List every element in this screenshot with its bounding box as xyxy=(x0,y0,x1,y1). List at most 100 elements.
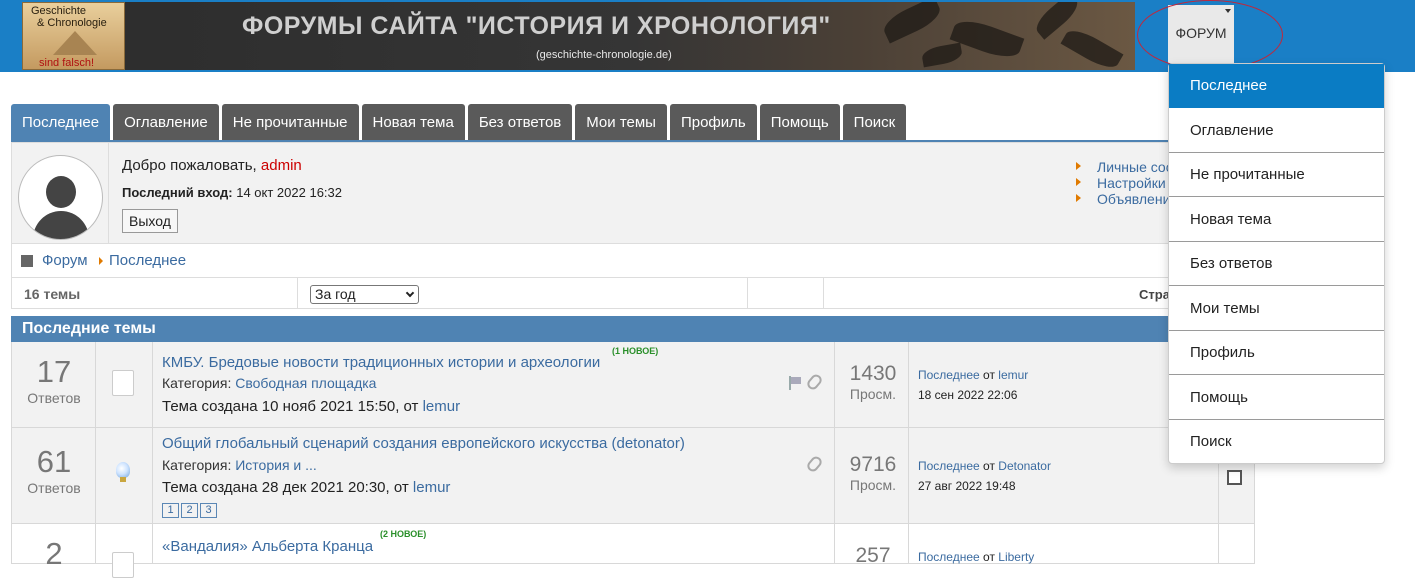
forum-square-icon xyxy=(21,255,33,267)
tab-new-topic[interactable]: Новая тема xyxy=(361,104,465,141)
select-checkbox[interactable] xyxy=(1227,470,1242,485)
breadcrumb: Форум Последнее xyxy=(11,244,1255,277)
tab-help[interactable]: Помощь xyxy=(759,104,840,141)
tab-unread[interactable]: Не прочитанные xyxy=(221,104,359,141)
page-link-3[interactable]: 3 xyxy=(200,503,217,518)
menu-item-profile[interactable]: Профиль xyxy=(1169,331,1384,375)
settings-link[interactable]: Настройки xyxy=(1076,175,1173,191)
reply-number: 17 xyxy=(36,354,72,389)
tab-my-topics[interactable]: Мои темы xyxy=(575,104,667,141)
menu-item-help[interactable]: Помощь xyxy=(1169,376,1384,420)
author-link[interactable]: lemur xyxy=(423,398,461,415)
menu-item-my-topics[interactable]: Мои темы xyxy=(1169,287,1384,331)
topic-created: Тема создана 10 нояб 2021 15:50, от lemu… xyxy=(162,398,460,415)
new-badge[interactable]: (2 НОВОЕ) xyxy=(380,529,426,539)
topic-icon xyxy=(112,552,134,578)
topic-row: 61 Ответов Общий глобальный сценарий соз… xyxy=(11,428,1255,524)
pyramid-icon xyxy=(53,31,97,55)
forum-menu-button[interactable]: ФОРУМ xyxy=(1168,5,1234,63)
divider xyxy=(152,342,153,427)
reply-number: 2 xyxy=(45,536,63,571)
divider xyxy=(834,428,835,523)
tab-unanswered[interactable]: Без ответов xyxy=(467,104,573,141)
divider xyxy=(152,524,153,563)
logout-button[interactable]: Выход xyxy=(122,209,178,233)
menu-item-search[interactable]: Поиск xyxy=(1169,420,1384,464)
category-label: Категория: xyxy=(162,457,232,473)
divider xyxy=(747,278,748,308)
created-label: Тема создана 28 дек 2021 20:30, от xyxy=(162,479,409,496)
view-count: 9716 Просм. xyxy=(837,453,909,493)
view-label: Просм. xyxy=(849,477,897,493)
topic-title[interactable]: КМБУ. Бредовые новости традиционных исто… xyxy=(162,354,600,371)
menu-item-latest[interactable]: Последнее xyxy=(1169,64,1384,108)
site-title: ФОРУМЫ САЙТА "ИСТОРИЯ И ХРОНОЛОГИЯ" xyxy=(242,12,831,40)
topic-category: Категория: История и ... xyxy=(162,457,317,473)
menu-item-unread[interactable]: Не прочитанные xyxy=(1169,153,1384,197)
view-label: Просм. xyxy=(849,386,897,402)
divider xyxy=(297,278,298,308)
topic-row: 2 «Вандалия» Альберта Кранца (2 НОВОЕ) 2… xyxy=(11,524,1255,578)
chevron-down-icon xyxy=(405,288,415,298)
logo-text-1: Geschichte xyxy=(31,5,87,17)
attachment-icon xyxy=(805,454,824,474)
last-user-link[interactable]: Detonator xyxy=(998,459,1051,473)
view-count: 1430 Просм. xyxy=(837,362,909,402)
user-icon-body xyxy=(33,211,89,239)
private-messages-link[interactable]: Личные сос xyxy=(1076,159,1173,175)
forum-tabs: Последнее Оглавление Не прочитанные Нова… xyxy=(11,104,909,141)
site-logo[interactable]: Geschichte & Chronologie sind falsch! xyxy=(22,2,125,70)
user-links: Личные сос Настройки Объявлени xyxy=(1076,159,1173,207)
last-post-link[interactable]: Последнее xyxy=(918,368,980,382)
view-number: 1430 xyxy=(849,362,897,385)
tab-profile[interactable]: Профиль xyxy=(669,104,757,141)
reply-count: 61 Ответов xyxy=(12,444,96,496)
last-from: от xyxy=(983,459,995,473)
user-icon xyxy=(46,176,76,208)
banner-image: Geschichte & Chronologie sind falsch! ФО… xyxy=(22,2,1135,70)
tab-search[interactable]: Поиск xyxy=(842,104,907,141)
breadcrumb-latest[interactable]: Последнее xyxy=(109,244,186,277)
topic-row: 17 Ответов КМБУ. Бредовые новости традиц… xyxy=(11,342,1255,428)
period-value: За год xyxy=(315,286,356,302)
category-link[interactable]: История и ... xyxy=(235,457,317,473)
topic-title[interactable]: Общий глобальный сценарий создания европ… xyxy=(162,435,685,452)
topic-icon xyxy=(112,370,134,396)
reply-count: 17 Ответов xyxy=(12,354,96,406)
divider xyxy=(823,278,824,308)
caret-down-icon xyxy=(1225,9,1231,13)
avatar[interactable] xyxy=(18,155,103,240)
page-link-2[interactable]: 2 xyxy=(181,503,198,518)
breadcrumb-forum[interactable]: Форум xyxy=(42,244,88,277)
topic-title[interactable]: «Вандалия» Альберта Кранца xyxy=(162,538,373,555)
category-link[interactable]: Свободная площадка xyxy=(235,375,376,391)
topic-count: 16 темы xyxy=(24,286,81,302)
site-banner: Geschichte & Chronologie sind falsch! ФО… xyxy=(0,0,1415,72)
page-link-1[interactable]: 1 xyxy=(162,503,179,518)
tab-contents[interactable]: Оглавление xyxy=(113,104,219,141)
topic-created: Тема создана 28 дек 2021 20:30, от lemur xyxy=(162,479,450,496)
last-user-link[interactable]: Liberty xyxy=(998,550,1034,564)
logo-text-3: sind falsch! xyxy=(39,57,95,69)
last-from: от xyxy=(983,368,995,382)
period-select[interactable]: За год xyxy=(310,285,419,304)
author-link[interactable]: lemur xyxy=(413,479,451,496)
view-number: 9716 xyxy=(849,453,897,476)
forum-dropdown-menu: Последнее Оглавление Не прочитанные Нова… xyxy=(1168,63,1385,464)
username-link[interactable]: admin xyxy=(261,157,302,174)
last-login-value: 14 окт 2022 16:32 xyxy=(236,185,342,200)
welcome-label: Добро пожаловать, xyxy=(122,157,257,174)
lightbulb-icon xyxy=(116,462,130,482)
user-panel: Добро пожаловать, admin Последний вход: … xyxy=(11,142,1255,244)
announcements-link[interactable]: Объявлени xyxy=(1076,191,1173,207)
last-post-link[interactable]: Последнее xyxy=(918,459,980,473)
logo-text-2: & Chronologie xyxy=(37,17,107,29)
last-post-link[interactable]: Последнее xyxy=(918,550,980,564)
menu-item-contents[interactable]: Оглавление xyxy=(1169,109,1384,153)
tab-latest[interactable]: Последнее xyxy=(11,104,111,141)
menu-item-new-topic[interactable]: Новая тема xyxy=(1169,198,1384,242)
reply-count: 2 xyxy=(12,536,96,572)
new-badge[interactable]: (1 НОВОЕ) xyxy=(612,346,658,356)
last-user-link[interactable]: lemur xyxy=(998,368,1028,382)
menu-item-unanswered[interactable]: Без ответов xyxy=(1169,242,1384,286)
